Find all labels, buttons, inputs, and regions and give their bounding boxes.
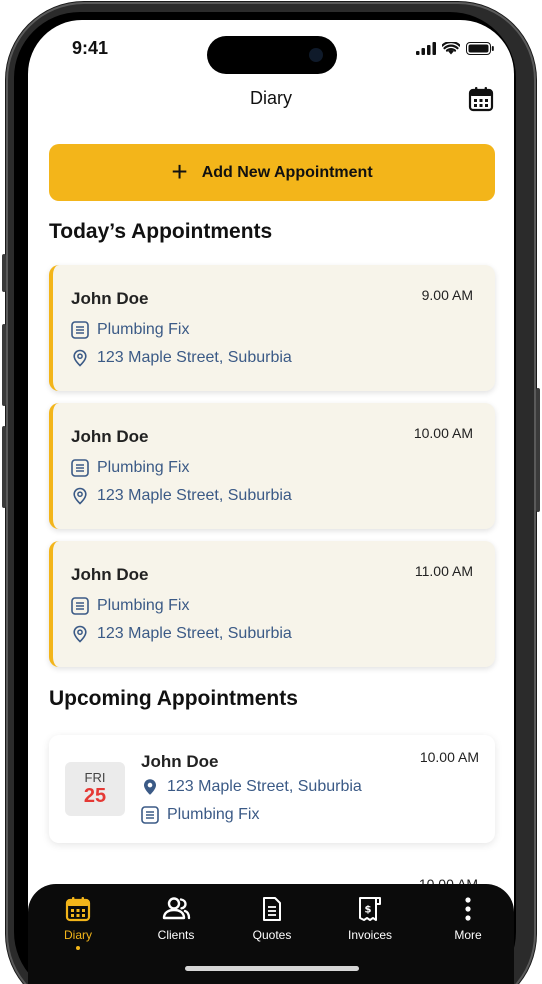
appointment-client-name: John Doe: [71, 427, 149, 446]
battery-icon: [466, 42, 494, 55]
plus-icon: +: [171, 155, 188, 187]
nav-item-more[interactable]: More: [428, 896, 508, 942]
status-time: 9:41: [72, 38, 109, 58]
appointment-time: 9.00 AM: [421, 287, 473, 303]
appointment-client-name: John Doe: [141, 752, 219, 771]
phone-volume-up-button: [2, 324, 6, 406]
today-section-title: Today’s Appointments: [49, 220, 273, 243]
nav-label: Diary: [63, 928, 92, 942]
page-title: Diary: [249, 88, 292, 108]
appointment-service-row: Plumbing Fix: [141, 806, 259, 824]
appointment-address: 123 Maple Street, Suburbia: [97, 625, 292, 642]
nav-label: Clients: [157, 928, 195, 942]
appointment-address-row: 123 Maple Street, Suburbia: [71, 487, 292, 505]
receipt-icon: $: [359, 897, 381, 921]
active-indicator: [76, 946, 80, 950]
appointment-address-row: 123 Maple Street, Suburbia: [71, 349, 292, 367]
today-appointment-card[interactable]: John Doe 11.00 AM Plumbing Fix 123 Maple…: [49, 541, 495, 667]
today-appointment-card[interactable]: John Doe 9.00 AM Plumbing Fix 123 Maple …: [49, 265, 495, 391]
appointment-service-row: Plumbing Fix: [71, 597, 189, 615]
appointment-address-row: 123 Maple Street, Suburbia: [71, 625, 292, 643]
appointment-service: Plumbing Fix: [167, 806, 260, 823]
upcoming-appointment-card[interactable]: FRI 25 John Doe 10.00 AM 123 Maple Stree…: [49, 735, 495, 843]
location-pin-icon: [73, 349, 87, 367]
nav-label: Invoices: [347, 928, 393, 942]
appointment-time: 10.00 AM: [419, 749, 479, 765]
appointment-time: 10.00 AM: [413, 425, 473, 441]
nav-item-invoices[interactable]: $ Invoices: [330, 896, 410, 942]
list-icon: [71, 459, 89, 477]
appointment-service: Plumbing Fix: [97, 597, 190, 614]
nav-label: Quotes: [252, 928, 292, 942]
date-day: 25: [83, 785, 107, 807]
add-appointment-label: Add New Appointment: [201, 163, 373, 181]
phone-power-button: [536, 388, 540, 512]
status-icons: [416, 42, 494, 55]
appointment-address: 123 Maple Street, Suburbia: [97, 349, 292, 366]
nav-item-quotes[interactable]: Quotes: [232, 896, 312, 942]
today-appointment-card[interactable]: John Doe 10.00 AM Plumbing Fix 123 Maple…: [49, 403, 495, 529]
dynamic-island: [207, 36, 337, 74]
location-pin-icon: [144, 779, 156, 795]
list-icon: [71, 321, 89, 339]
users-icon: [162, 897, 191, 920]
nav-label: More: [454, 928, 482, 942]
appointment-service-row: Plumbing Fix: [71, 321, 189, 339]
bottom-navigation: Diary Clients Quotes $ Invoices More: [28, 884, 514, 984]
phone-volume-down-button: [2, 426, 6, 508]
appointment-service-row: Plumbing Fix: [71, 459, 189, 477]
more-vertical-icon: [465, 897, 471, 921]
appointment-service: Plumbing Fix: [97, 321, 190, 338]
list-icon: [141, 806, 159, 824]
date-badge: FRI 25: [65, 762, 125, 816]
nav-item-diary[interactable]: Diary: [38, 896, 118, 950]
appointment-time: 11.00 AM: [414, 563, 473, 579]
add-appointment-button[interactable]: + Add New Appointment: [49, 144, 495, 201]
wifi-icon: [442, 42, 460, 55]
appointment-address: 123 Maple Street, Suburbia: [167, 778, 362, 795]
location-pin-icon: [73, 625, 87, 643]
home-indicator[interactable]: [185, 966, 359, 971]
upcoming-section-title: Upcoming Appointments: [49, 687, 298, 710]
document-icon: [263, 897, 281, 921]
date-weekday: FRI: [84, 770, 106, 785]
location-pin-icon: [73, 487, 87, 505]
app-screen: 9:41 Diary + Add New Appointment Today’s…: [28, 20, 514, 984]
phone-action-button: [2, 254, 6, 292]
calendar-icon: [65, 897, 91, 922]
camera-icon: [309, 48, 323, 62]
appointment-client-name: John Doe: [71, 289, 149, 308]
list-icon: [71, 597, 89, 615]
signal-icon: [416, 42, 436, 55]
appointment-service: Plumbing Fix: [97, 459, 190, 476]
svg-text:$: $: [365, 905, 372, 916]
appointment-client-name: John Doe: [71, 565, 149, 584]
nav-item-clients[interactable]: Clients: [136, 896, 216, 942]
appointment-address: 123 Maple Street, Suburbia: [97, 487, 292, 504]
calendar-icon[interactable]: [468, 86, 494, 112]
appointment-address-row: 123 Maple Street, Suburbia: [141, 778, 362, 796]
